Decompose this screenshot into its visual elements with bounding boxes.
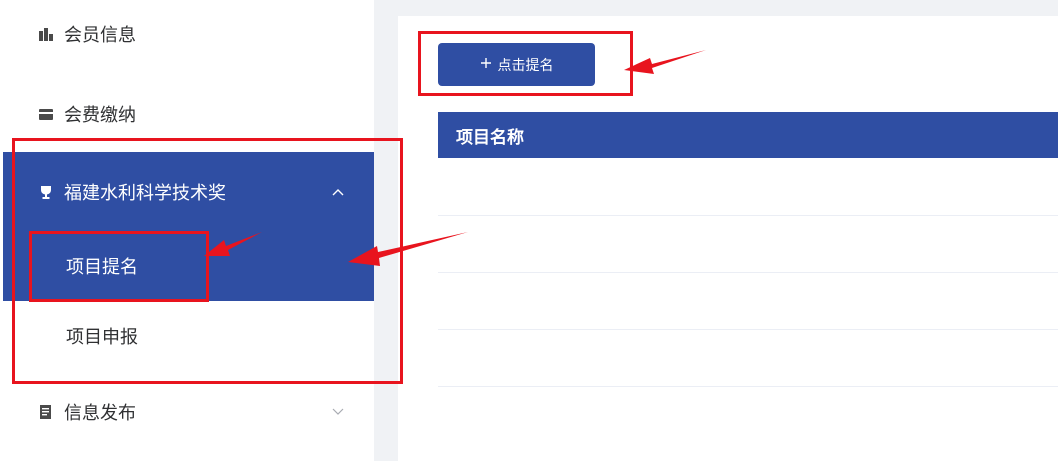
chart-icon xyxy=(38,26,54,42)
sidebar-item-fee-payment[interactable]: 会费缴纳 xyxy=(0,92,374,136)
sidebar-subitem-label: 项目申报 xyxy=(66,327,138,348)
document-icon xyxy=(38,404,54,420)
nominate-button[interactable]: 点击提名 xyxy=(438,43,595,86)
column-header-project-name: 项目名称 xyxy=(456,127,524,148)
table-row-divider xyxy=(438,386,1058,387)
sidebar-item-label: 会费缴纳 xyxy=(64,105,136,126)
sidebar-item-label: 福建水利科学技术奖 xyxy=(64,183,226,204)
sidebar-item-label: 信息发布 xyxy=(64,403,136,424)
sidebar-item-label: 会员信息 xyxy=(64,25,136,46)
top-gutter xyxy=(374,0,1058,16)
layout-gutter xyxy=(374,0,398,461)
chevron-down-icon xyxy=(332,408,344,416)
sidebar-item-water-science-award[interactable]: 福建水利科学技术奖 xyxy=(0,170,374,214)
plus-icon xyxy=(480,57,492,73)
card-icon xyxy=(38,106,54,122)
table-row-divider xyxy=(438,215,1058,216)
table-header: 项目名称 xyxy=(438,112,1058,158)
sidebar: 会员信息 会费缴纳 福建水利科学技术奖 项目提名 项目申报 信息发布 xyxy=(0,0,374,461)
sidebar-subitem-project-report[interactable]: 项目申报 xyxy=(0,314,374,358)
chevron-up-icon xyxy=(332,188,344,196)
table-row-divider xyxy=(438,329,1058,330)
sidebar-subitem-label: 项目提名 xyxy=(66,257,138,278)
sidebar-subitem-project-nomination[interactable]: 项目提名 xyxy=(0,244,374,288)
table-row-divider xyxy=(438,272,1058,273)
sidebar-item-info-publish[interactable]: 信息发布 xyxy=(0,390,374,434)
app-window: 会员信息 会费缴纳 福建水利科学技术奖 项目提名 项目申报 信息发布 点击提名 … xyxy=(0,0,1058,461)
nominate-button-label: 点击提名 xyxy=(497,57,554,74)
sidebar-item-member-info[interactable]: 会员信息 xyxy=(0,12,374,56)
trophy-icon xyxy=(38,184,54,200)
